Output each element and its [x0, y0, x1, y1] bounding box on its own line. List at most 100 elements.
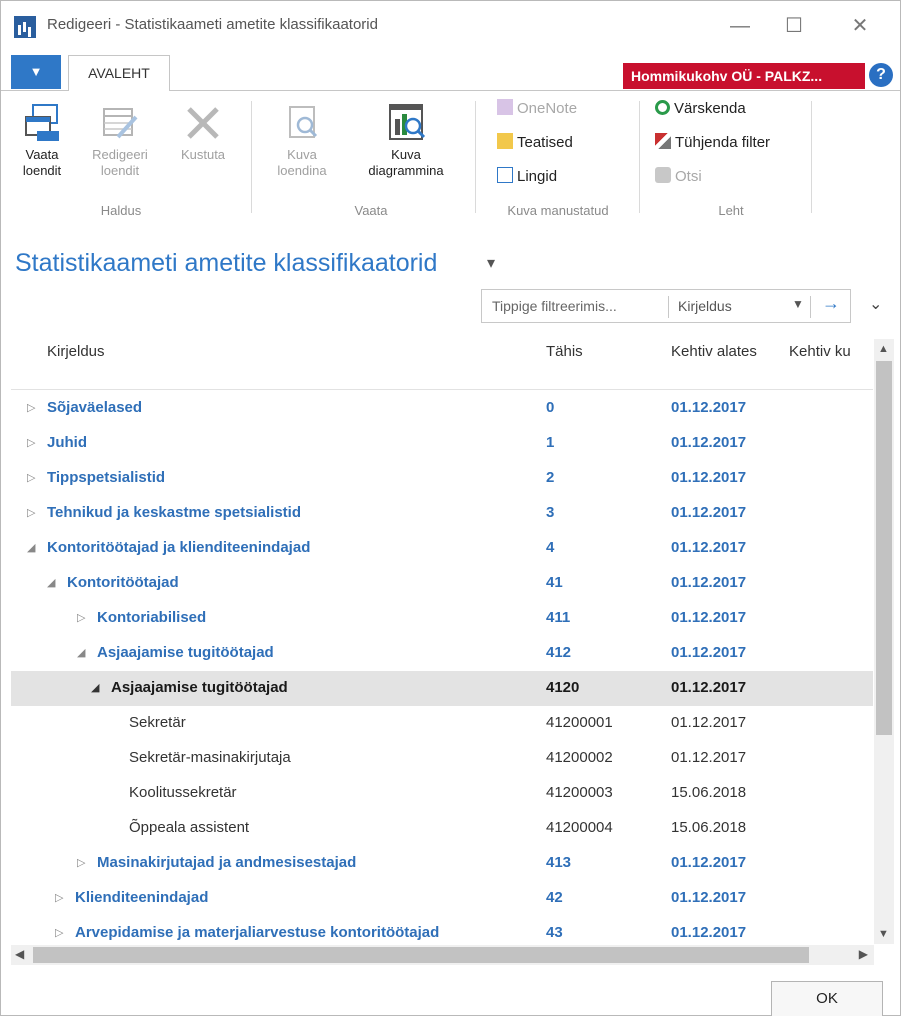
row-kehtiv-alates: 01.12.2017 — [671, 644, 747, 661]
table-row[interactable]: ▷ Juhid 1 01.12.2017 — [11, 426, 873, 461]
row-kirjeldus: Klienditeenindajad — [75, 889, 209, 906]
company-badge[interactable]: Hommikukohv OÜ - PALKZ... — [623, 63, 865, 89]
view-list-icon — [25, 104, 59, 141]
table-row[interactable]: ▷ Tehnikud ja keskastme spetsialistid 3 … — [11, 496, 873, 531]
ok-button[interactable]: OK — [771, 981, 883, 1016]
vertical-scroll-thumb[interactable] — [876, 361, 892, 735]
table-row[interactable]: ◢ Kontoritöötajad ja klienditeenindajad … — [11, 531, 873, 566]
column-header-tahis[interactable]: Tähis — [546, 343, 583, 360]
clear-filter-icon — [655, 133, 671, 149]
close-button[interactable]: ✕ — [845, 13, 875, 39]
table-row[interactable]: ▷ Tippspetsialistid 2 01.12.2017 — [11, 461, 873, 496]
row-tahis: 41 — [546, 574, 563, 591]
filter-bar: Tippige filtreerimis... Kirjeldus ▼ → — [481, 289, 851, 323]
clear-filter-button[interactable]: Tühjenda filter — [655, 131, 770, 155]
column-header-kehtiv-kuni[interactable]: Kehtiv ku — [789, 343, 873, 360]
expand-icon[interactable]: ▷ — [27, 401, 35, 414]
expand-icon[interactable]: ▷ — [55, 926, 63, 939]
collapse-icon[interactable]: ◢ — [77, 646, 85, 659]
table-row[interactable]: Koolitussekretär 41200003 15.06.2018 — [11, 776, 873, 811]
tab-avaleht[interactable]: AVALEHT — [68, 55, 170, 92]
row-tahis: 2 — [546, 469, 555, 486]
row-kirjeldus: Õppeala assistent — [129, 819, 250, 836]
ribbon-tab-row: ▼ AVALEHT Hommikukohv OÜ - PALKZ... ? — [1, 51, 900, 92]
table-row[interactable]: ▷ Masinakirjutajad ja andmesisestajad 41… — [11, 846, 873, 881]
table-row[interactable]: ◢ Asjaajamise tugitöötajad 412 01.12.201… — [11, 636, 873, 671]
vertical-scrollbar[interactable]: ▲ ▼ — [874, 339, 894, 944]
collapse-icon[interactable]: ◢ — [47, 576, 55, 589]
delete-x-icon — [187, 107, 219, 139]
table-row[interactable]: ▷ Klienditeenindajad 42 01.12.2017 — [11, 881, 873, 916]
ribbon-divider — [811, 101, 812, 213]
maximize-button[interactable]: ☐ — [779, 13, 809, 39]
horizontal-scrollbar[interactable]: ◀ ▶ — [11, 945, 874, 965]
row-kirjeldus: Masinakirjutajad ja andmesisestajad — [97, 854, 357, 871]
title-dropdown-icon[interactable]: ▾ — [487, 253, 495, 273]
chevron-down-icon[interactable]: ▼ — [792, 297, 804, 311]
collapse-filter-icon[interactable]: ⌄ — [869, 294, 882, 314]
show-as-chart-icon — [389, 104, 426, 140]
refresh-button[interactable]: Värskenda — [655, 97, 746, 121]
row-kehtiv-alates: 01.12.2017 — [671, 749, 747, 766]
links-button[interactable]: Lingid — [497, 165, 557, 189]
expand-icon[interactable]: ▷ — [27, 471, 35, 484]
minimize-button[interactable]: — — [725, 13, 755, 39]
table-row[interactable]: Õppeala assistent 41200004 15.06.2018 — [11, 811, 873, 846]
edit-list-icon — [103, 108, 138, 139]
expand-icon[interactable]: ▷ — [55, 891, 63, 904]
row-tahis: 4120 — [546, 679, 580, 696]
scroll-right-icon[interactable]: ▶ — [859, 947, 868, 961]
row-tahis: 1 — [546, 434, 555, 451]
onenote-label: OneNote — [517, 100, 578, 117]
group-label-kuva-manustatud: Kuva manustatud — [507, 203, 609, 218]
edit-list-button[interactable]: Redigeeri loendit — [87, 103, 153, 179]
filter-input[interactable]: Tippige filtreerimis... — [492, 298, 617, 314]
show-as-chart-button[interactable]: Kuva diagrammina — [351, 103, 461, 179]
scroll-left-icon[interactable]: ◀ — [15, 947, 24, 961]
row-kehtiv-alates: 01.12.2017 — [671, 539, 747, 556]
expand-icon[interactable]: ▷ — [77, 611, 85, 624]
view-list-button[interactable]: Vaata loendit — [13, 103, 71, 179]
collapse-icon[interactable]: ◢ — [91, 681, 99, 694]
delete-button[interactable]: Kustuta — [173, 103, 233, 163]
collapse-icon[interactable]: ◢ — [27, 541, 35, 554]
row-kirjeldus: Koolitussekretär — [129, 784, 237, 801]
arrow-right-icon[interactable]: → — [822, 293, 840, 314]
horizontal-scroll-thumb[interactable] — [33, 947, 809, 963]
row-kirjeldus: Kontoriabilised — [97, 609, 207, 626]
row-kehtiv-alates: 01.12.2017 — [671, 679, 747, 696]
notes-button[interactable]: Teatised — [497, 131, 573, 155]
row-tahis: 41200004 — [546, 819, 613, 836]
scroll-up-icon[interactable]: ▲ — [878, 343, 889, 355]
show-as-list-button[interactable]: Kuva loendina — [269, 103, 335, 179]
row-tahis: 41200001 — [546, 714, 613, 731]
file-menu-button[interactable]: ▼ — [11, 55, 61, 89]
expand-icon[interactable]: ▷ — [77, 856, 85, 869]
scroll-down-icon[interactable]: ▼ — [878, 928, 889, 940]
table-row[interactable]: ▷ Sõjaväelased 0 01.12.2017 — [11, 391, 873, 426]
filter-field-select[interactable]: Kirjeldus — [678, 298, 732, 314]
expand-icon[interactable]: ▷ — [27, 436, 35, 449]
help-icon[interactable]: ? — [869, 63, 893, 87]
expand-icon[interactable]: ▷ — [27, 506, 35, 519]
table-row[interactable]: Sekretär 41200001 01.12.2017 — [11, 706, 873, 741]
column-header-kirjeldus[interactable]: Kirjeldus — [47, 343, 105, 360]
table-row[interactable]: ▷ Arvepidamise ja materjaliarvestuse kon… — [11, 916, 873, 945]
row-kehtiv-alates: 01.12.2017 — [671, 889, 747, 906]
table-row-selected[interactable]: ◢ Asjaajamise tugitöötajad 4120 01.12.20… — [11, 671, 873, 706]
row-kehtiv-alates: 01.12.2017 — [671, 469, 747, 486]
row-tahis: 41200003 — [546, 784, 613, 801]
title-bar[interactable]: Redigeeri - Statistikaameti ametite klas… — [1, 1, 900, 51]
row-tahis: 41200002 — [546, 749, 613, 766]
onenote-button[interactable]: OneNote — [497, 97, 577, 121]
find-button[interactable]: Otsi — [655, 165, 702, 189]
table-row[interactable]: Sekretär-masinakirjutaja 41200002 01.12.… — [11, 741, 873, 776]
header-divider — [11, 389, 873, 390]
ribbon-divider — [639, 101, 640, 213]
table-row[interactable]: ◢ Kontoritöötajad 41 01.12.2017 — [11, 566, 873, 601]
table-row[interactable]: ▷ Kontoriabilised 411 01.12.2017 — [11, 601, 873, 636]
row-kirjeldus: Asjaajamise tugitöötajad — [97, 644, 274, 661]
row-tahis: 411 — [546, 609, 571, 626]
row-kehtiv-alates: 15.06.2018 — [671, 784, 747, 801]
column-header-kehtiv-alates[interactable]: Kehtiv alates — [671, 343, 757, 360]
